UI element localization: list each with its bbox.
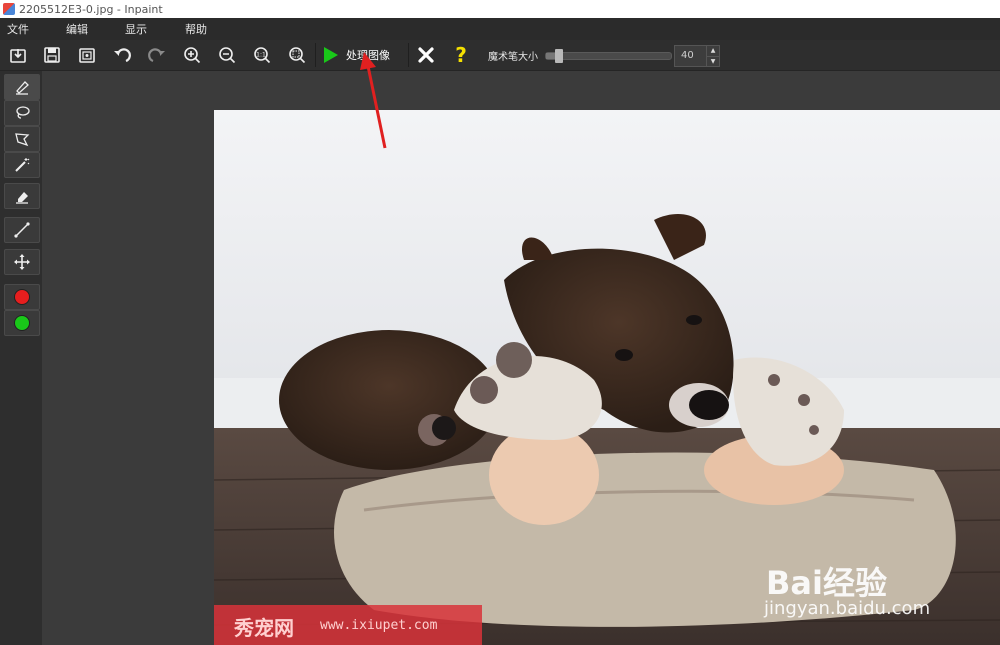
lasso-tool-button[interactable]	[4, 100, 40, 126]
polygonal-lasso-tool-button[interactable]	[4, 126, 40, 152]
line-tool-button[interactable]	[4, 217, 40, 243]
save-icon	[44, 47, 60, 63]
spin-down-icon[interactable]: ▼	[707, 55, 719, 67]
toolbar-separator	[408, 43, 409, 67]
line-icon	[14, 222, 30, 238]
menu-file[interactable]: 文件	[7, 21, 29, 37]
redo-button[interactable]	[145, 43, 169, 67]
open-button[interactable]	[6, 43, 30, 67]
menu-help[interactable]: 帮助	[185, 21, 207, 37]
process-image-button[interactable]: 处理图像	[320, 43, 390, 67]
open-icon	[10, 49, 26, 63]
brush-size-slider-thumb[interactable]	[554, 49, 563, 63]
polygonal-lasso-icon	[15, 133, 30, 147]
play-icon	[324, 47, 338, 63]
brush-size-label: 魔术笔大小	[488, 52, 538, 63]
window-title: 2205512E3-0.jpg - Inpaint	[19, 2, 163, 16]
redo-icon	[148, 48, 165, 63]
undo-button[interactable]	[110, 43, 134, 67]
marker-tool-button[interactable]	[4, 74, 40, 100]
red-dot-icon	[14, 289, 30, 305]
actual-size-icon: 1:1	[254, 47, 271, 64]
green-dot-icon	[14, 315, 30, 331]
eraser-tool-button[interactable]	[4, 183, 40, 209]
brush-size-slider[interactable]	[545, 49, 672, 63]
cancel-button[interactable]	[414, 43, 438, 67]
marker-icon	[16, 81, 29, 95]
tool-panel	[0, 71, 42, 645]
red-marker-button[interactable]	[4, 284, 40, 310]
title-bar: 2205512E3-0.jpg - Inpaint	[0, 0, 1000, 18]
svg-text:1:1: 1:1	[256, 52, 266, 59]
save-as-button[interactable]	[75, 43, 99, 67]
image-canvas[interactable]: 秀宠网 www.ixiupet.com Bai经验 jingyan.baidu.…	[214, 110, 1000, 645]
app-icon	[3, 3, 15, 15]
lasso-icon	[16, 106, 30, 119]
save-as-icon	[79, 48, 95, 63]
baidu-url: jingyan.baidu.com	[764, 598, 931, 619]
brush-size-spinbox[interactable]: 40 ▲ ▼	[674, 45, 720, 67]
help-icon: ?	[455, 43, 467, 67]
menu-bar: 文件 编辑 显示 帮助	[0, 18, 1000, 40]
eraser-icon	[16, 192, 28, 204]
spin-up-icon[interactable]: ▲	[707, 46, 719, 56]
green-marker-button[interactable]	[4, 310, 40, 336]
toolbar: 1:1 处理图像 ? 魔术笔大小	[0, 40, 1000, 71]
toolbar-separator	[315, 43, 316, 67]
xiuchong-brand: 秀宠网	[234, 616, 294, 640]
process-image-label: 处理图像	[346, 49, 390, 62]
actual-size-button[interactable]: 1:1	[250, 43, 274, 67]
close-icon	[418, 47, 434, 63]
menu-edit[interactable]: 编辑	[66, 21, 88, 37]
menu-view[interactable]: 显示	[125, 21, 147, 37]
save-button[interactable]	[40, 43, 64, 67]
magic-wand-icon	[15, 158, 30, 172]
brush-size-value[interactable]: 40	[675, 46, 706, 66]
zoom-in-icon	[184, 47, 201, 64]
xiuchong-url: www.ixiupet.com	[320, 618, 438, 633]
magic-wand-tool-button[interactable]	[4, 152, 40, 178]
zoom-in-button[interactable]	[180, 43, 204, 67]
zoom-out-button[interactable]	[215, 43, 239, 67]
move-icon	[14, 254, 30, 270]
fit-button[interactable]	[285, 43, 309, 67]
zoom-out-icon	[219, 47, 236, 64]
fit-icon	[289, 47, 306, 64]
move-tool-button[interactable]	[4, 249, 40, 275]
help-button[interactable]: ?	[449, 43, 473, 67]
undo-icon	[114, 48, 131, 63]
